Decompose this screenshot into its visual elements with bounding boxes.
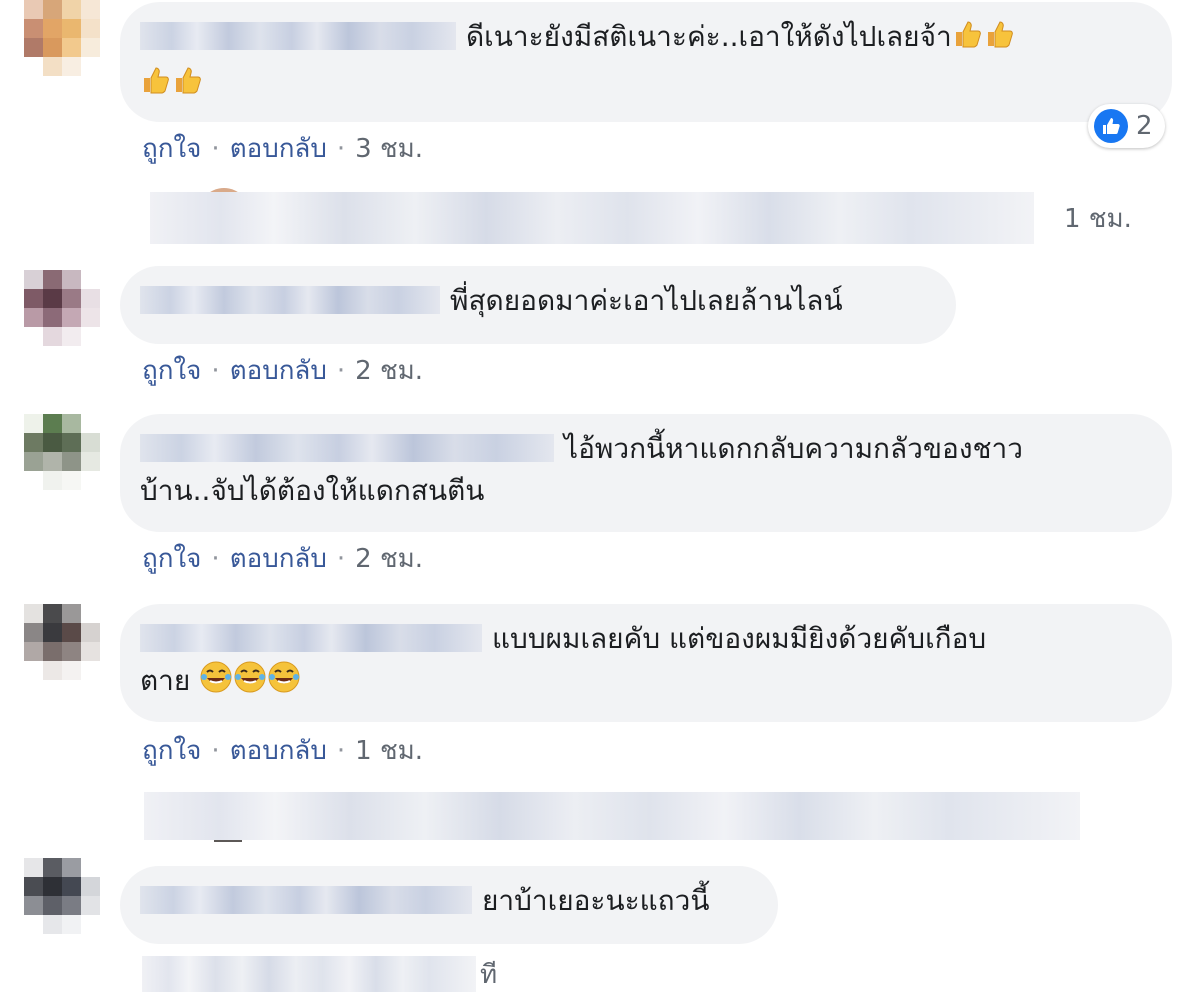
like-link[interactable]: ถูกใจ [142, 356, 201, 386]
reply-link[interactable]: ตอบกลับ [230, 134, 327, 164]
reply-preview-blurred[interactable] [150, 192, 1034, 244]
commenter-name-blurred[interactable] [140, 286, 440, 314]
like-link[interactable]: ถูกใจ [142, 134, 201, 164]
comment-text: ดีเนาะยังมีสติเนาะค่ะ..เอาให้ดังไปเลยจ้า [466, 20, 952, 53]
comment-timestamp[interactable]: 2 ชม. [355, 356, 423, 386]
reply-link[interactable]: ตอบกลับ [230, 736, 327, 766]
laughing-tears-icon [233, 660, 267, 706]
commenter-name-blurred[interactable] [140, 886, 472, 914]
thumbs-up-icon [172, 64, 204, 108]
separator: · [211, 134, 220, 164]
comment-timestamp[interactable]: 2 ชม. [355, 544, 423, 574]
comment-bubble: ยาบ้าเยอะนะแถวนี้ [120, 866, 778, 944]
reply-link[interactable]: ตอบกลับ [230, 356, 327, 386]
thumbs-up-icon [140, 64, 172, 108]
comment-bubble: ไอ้พวกนี้หาแดกกลับความกลัวของชาว บ้าน..จ… [120, 414, 1172, 532]
laughing-tears-icon [199, 660, 233, 706]
separator: · [336, 544, 346, 574]
reaction-count-number: 2 [1136, 111, 1153, 141]
comment-actions: ถูกใจ · ตอบกลับ · 2 ชม. [142, 350, 423, 391]
laughing-tears-icon [267, 660, 301, 706]
like-link[interactable]: ถูกใจ [142, 544, 201, 574]
reply-link[interactable]: ตอบกลับ [230, 544, 327, 574]
reply-preview-blurred[interactable] [144, 792, 1080, 840]
like-icon [1094, 109, 1128, 143]
comment-text-line-1: ไอ้พวกนี้หาแดกกลับความกลัวของชาว [564, 432, 1023, 465]
comment-timestamp[interactable]: 3 ชม. [355, 134, 423, 164]
separator: · [211, 356, 220, 386]
avatar[interactable] [24, 604, 100, 680]
separator: · [211, 736, 220, 766]
comment-text-line-2: ตาย [140, 664, 191, 697]
comment-bubble: พี่สุดยอดมาค่ะเอาไปเลยล้านไลน์ [120, 266, 956, 344]
commenter-name-blurred[interactable] [140, 624, 482, 652]
reply-timestamp[interactable]: 1 ชม. [1064, 198, 1132, 239]
thumbs-up-icon [984, 18, 1016, 62]
comment-text: ยาบ้าเยอะนะแถวนี้ [482, 884, 710, 917]
avatar[interactable] [24, 858, 100, 934]
comment-actions: ถูกใจ · ตอบกลับ · 2 ชม. [142, 538, 423, 579]
commenter-name-blurred[interactable] [140, 434, 554, 462]
comment-timestamp[interactable]: ที [480, 954, 497, 995]
avatar[interactable] [24, 414, 100, 490]
comment-text-line-2: บ้าน..จับได้ต้องให้แดกสนตีน [140, 474, 485, 507]
comment-text-line-1: แบบผมเลยคับ แต่ของผมมียิงด้วยคับเกือบ [492, 622, 987, 655]
thumbs-up-icon [952, 18, 984, 62]
separator: · [336, 134, 346, 164]
comment-timestamp[interactable]: 1 ชม. [355, 736, 423, 766]
separator: · [336, 356, 346, 386]
reaction-count[interactable]: 2 [1088, 104, 1165, 148]
avatar[interactable] [24, 270, 100, 346]
separator: · [336, 736, 346, 766]
like-link[interactable]: ถูกใจ [142, 736, 201, 766]
comment-actions: ถูกใจ · ตอบกลับ · 3 ชม. [142, 128, 423, 169]
commenter-name-blurred[interactable] [140, 22, 456, 50]
avatar[interactable] [24, 0, 100, 76]
comment-bubble: ดีเนาะยังมีสติเนาะค่ะ..เอาให้ดังไปเลยจ้า [120, 2, 1172, 122]
comment-actions: ถูกใจ · ตอบกลับ · 1 ชม. [142, 730, 423, 771]
comment-actions-blurred [142, 956, 476, 992]
comment-text: พี่สุดยอดมาค่ะเอาไปเลยล้านไลน์ [450, 284, 843, 317]
comment-bubble: แบบผมเลยคับ แต่ของผมมียิงด้วยคับเกือบ ตา… [120, 604, 1172, 722]
separator: · [211, 544, 220, 574]
